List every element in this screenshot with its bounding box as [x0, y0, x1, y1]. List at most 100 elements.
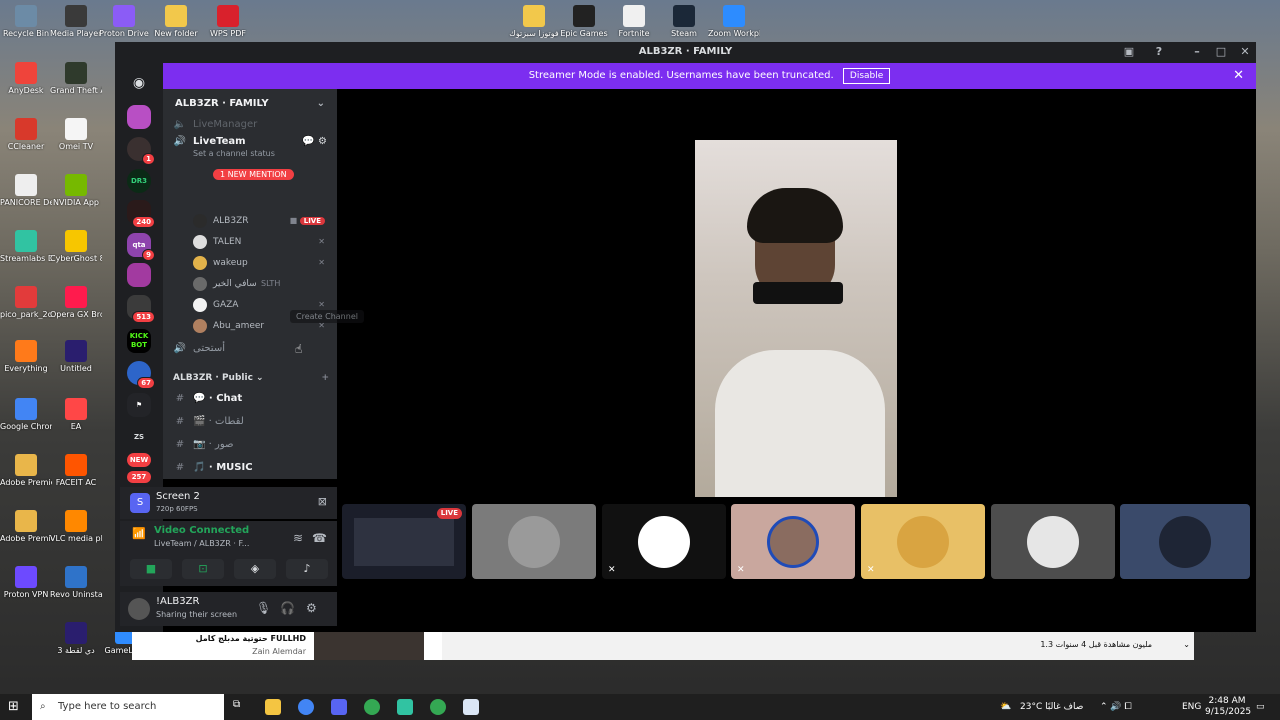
voice-member[interactable]: TALEN ✕ — [191, 232, 331, 252]
server-icon[interactable]: ⚑ — [127, 393, 151, 417]
desktop-icon[interactable]: Steam — [658, 5, 710, 38]
main-video-stream[interactable] — [695, 140, 897, 497]
desktop-icon[interactable]: فوتوزا سبزتوك — [508, 5, 560, 38]
gear-icon[interactable]: ⚙ — [306, 601, 317, 615]
activity-button[interactable]: ◈ — [234, 559, 276, 579]
streamlabs-icon[interactable] — [397, 699, 413, 715]
desktop-icon[interactable]: 3 دي لقطة — [50, 622, 102, 655]
desktop-icon[interactable]: PANICORE Demo — [0, 174, 52, 207]
desktop-icon[interactable]: New folder — [150, 5, 202, 38]
server-icon[interactable] — [127, 105, 151, 129]
desktop-icon[interactable]: CyberGhost 8 — [50, 230, 102, 263]
desktop-icon[interactable]: Adobe Premiere P... — [0, 454, 52, 487]
channel-item[interactable]: # 📷 · صور — [163, 435, 333, 455]
desktop-icon[interactable]: Proton Drive — [98, 5, 150, 38]
minimize-button[interactable]: – — [1188, 44, 1206, 60]
inbox-icon[interactable]: ▣ — [1120, 44, 1138, 60]
participant-tile[interactable]: ✕ — [731, 504, 855, 579]
desktop-icon[interactable]: Epic Games — [558, 5, 610, 38]
weather-icon[interactable]: ⛅ — [1000, 694, 1011, 720]
channel-item[interactable]: # 🎬 · لقطات — [163, 412, 333, 432]
avatar[interactable] — [128, 598, 150, 620]
server-icon[interactable] — [127, 263, 151, 287]
desktop-icon[interactable]: Everything — [0, 340, 52, 373]
username[interactable]: !ALB3ZR — [156, 596, 199, 607]
close-banner-icon[interactable]: ✕ — [1233, 63, 1244, 89]
category-header[interactable]: ALB3ZR · Public ⌄ + — [173, 373, 329, 383]
disconnect-icon[interactable]: ☎ — [312, 531, 327, 545]
server-icon[interactable]: 67 — [127, 361, 155, 389]
tray-icons[interactable]: ⌃ 🔊 ⧠ — [1100, 694, 1132, 720]
desktop-icon[interactable]: Untitled — [50, 340, 102, 373]
desktop-icon[interactable]: Zoom Workplace — [708, 5, 760, 38]
window-icon[interactable] — [463, 699, 479, 715]
server-icon[interactable]: DR3 — [127, 169, 151, 193]
participant-tile[interactable] — [1120, 504, 1250, 579]
close-window-button[interactable]: ✕ — [1236, 44, 1254, 60]
server-icon[interactable]: 240 — [127, 200, 155, 228]
desktop-icon[interactable]: VLC media player — [50, 510, 102, 543]
weather[interactable]: 23°C صاف غالبًا — [1020, 694, 1083, 720]
clock[interactable]: 2:48 AM 9/15/2025 — [1205, 694, 1251, 720]
voice-member[interactable]: wakeup ✕ — [191, 253, 331, 273]
camera-button[interactable]: ■ — [130, 559, 172, 579]
task-view-icon[interactable]: ⧉ — [233, 699, 249, 715]
discord-taskbar-icon[interactable] — [331, 699, 347, 715]
voice-member[interactable]: ALB3ZR ■ LIVE — [191, 211, 331, 231]
microphone-icon[interactable]: 🎙 — [256, 601, 271, 615]
desktop-icon[interactable]: WPS PDF — [202, 5, 254, 38]
desktop-icon[interactable]: NVIDIA App — [50, 174, 102, 207]
chevron-down-icon[interactable]: ⌄ — [1183, 640, 1190, 649]
desktop-icon[interactable]: Google Chrome — [0, 398, 52, 431]
kick-bot-server[interactable]: KICK BOT — [127, 329, 151, 353]
voice-status[interactable]: Video Connected — [154, 525, 249, 536]
desktop-icon[interactable]: Proton VPN — [0, 566, 52, 599]
video-thumbnail[interactable] — [314, 632, 424, 660]
participant-tile[interactable]: ✕ — [602, 504, 726, 579]
voice-channel-path[interactable]: LiveTeam / ALB3ZR · F... — [154, 539, 249, 548]
stream-tile[interactable]: LIVE — [342, 504, 466, 579]
desktop-icon[interactable]: Adobe Premiere P... — [0, 510, 52, 543]
desktop-icon[interactable]: AnyDesk — [0, 62, 52, 95]
noise-suppression-icon[interactable]: ≋ — [293, 531, 303, 545]
help-icon[interactable]: ? — [1150, 44, 1168, 60]
participant-tile[interactable] — [991, 504, 1115, 579]
new-mention-badge[interactable]: 1 NEW MENTION — [213, 169, 294, 180]
desktop-icon[interactable]: Fortnite — [608, 5, 660, 38]
screen-share-button[interactable]: ⊡ — [182, 559, 224, 579]
stop-share-icon[interactable]: ⊠ — [318, 495, 327, 508]
server-icon[interactable]: 1 — [127, 137, 155, 165]
language[interactable]: ENG — [1182, 694, 1201, 720]
disable-button[interactable]: Disable — [842, 68, 891, 84]
voice-member[interactable]: سافي الخير SLTH — [191, 274, 331, 294]
server-icon[interactable]: ZS — [127, 425, 151, 449]
voice-channel[interactable]: 🔊 أستحتى — [163, 339, 333, 359]
server-icon[interactable]: qta 9 — [127, 233, 155, 261]
desktop-icon[interactable]: Streamlabs Desktop — [0, 230, 52, 263]
desktop-icon[interactable]: EA — [50, 398, 102, 431]
add-channel-icon[interactable]: + — [321, 373, 329, 383]
channel-item[interactable]: # 🎵 · MUSIC — [163, 458, 333, 478]
desktop-icon[interactable]: Media Player Classic — [50, 5, 102, 38]
participant-tile[interactable] — [472, 504, 596, 579]
new-servers-badge[interactable]: NEW — [127, 453, 151, 467]
chrome-icon[interactable] — [364, 699, 380, 715]
discord-home-icon[interactable]: ◉ — [127, 71, 151, 95]
maximize-button[interactable]: □ — [1212, 44, 1230, 60]
desktop-icon[interactable]: CCleaner — [0, 118, 52, 151]
desktop-icon[interactable]: Grand Theft Auto V — [50, 62, 102, 95]
participant-tile[interactable]: ✕ — [861, 504, 985, 579]
chrome-icon[interactable] — [298, 699, 314, 715]
desktop-icon[interactable]: pico_park_2c Shortcut — [0, 286, 52, 319]
desktop-icon[interactable]: Omei TV — [50, 118, 102, 151]
desktop-icon[interactable]: Revo Uninstaller — [50, 566, 102, 599]
soundboard-button[interactable]: ♪ — [286, 559, 328, 579]
file-explorer-icon[interactable] — [265, 699, 281, 715]
headphones-icon[interactable]: 🎧 — [280, 601, 295, 615]
server-icon[interactable]: 513 — [127, 295, 155, 323]
video-info[interactable]: حتوتية مدبلج كامل FULLHD Zain Alemdar — [132, 632, 312, 660]
desktop-icon[interactable]: FACEIT AC — [50, 454, 102, 487]
video-description[interactable]: 1.3 مليون مشاهدة قبل 4 سنوات ⌄ — [442, 632, 1194, 660]
desktop-icon[interactable]: Opera GX Browser — [50, 286, 102, 319]
notification-icon[interactable]: ▭ — [1256, 694, 1265, 720]
